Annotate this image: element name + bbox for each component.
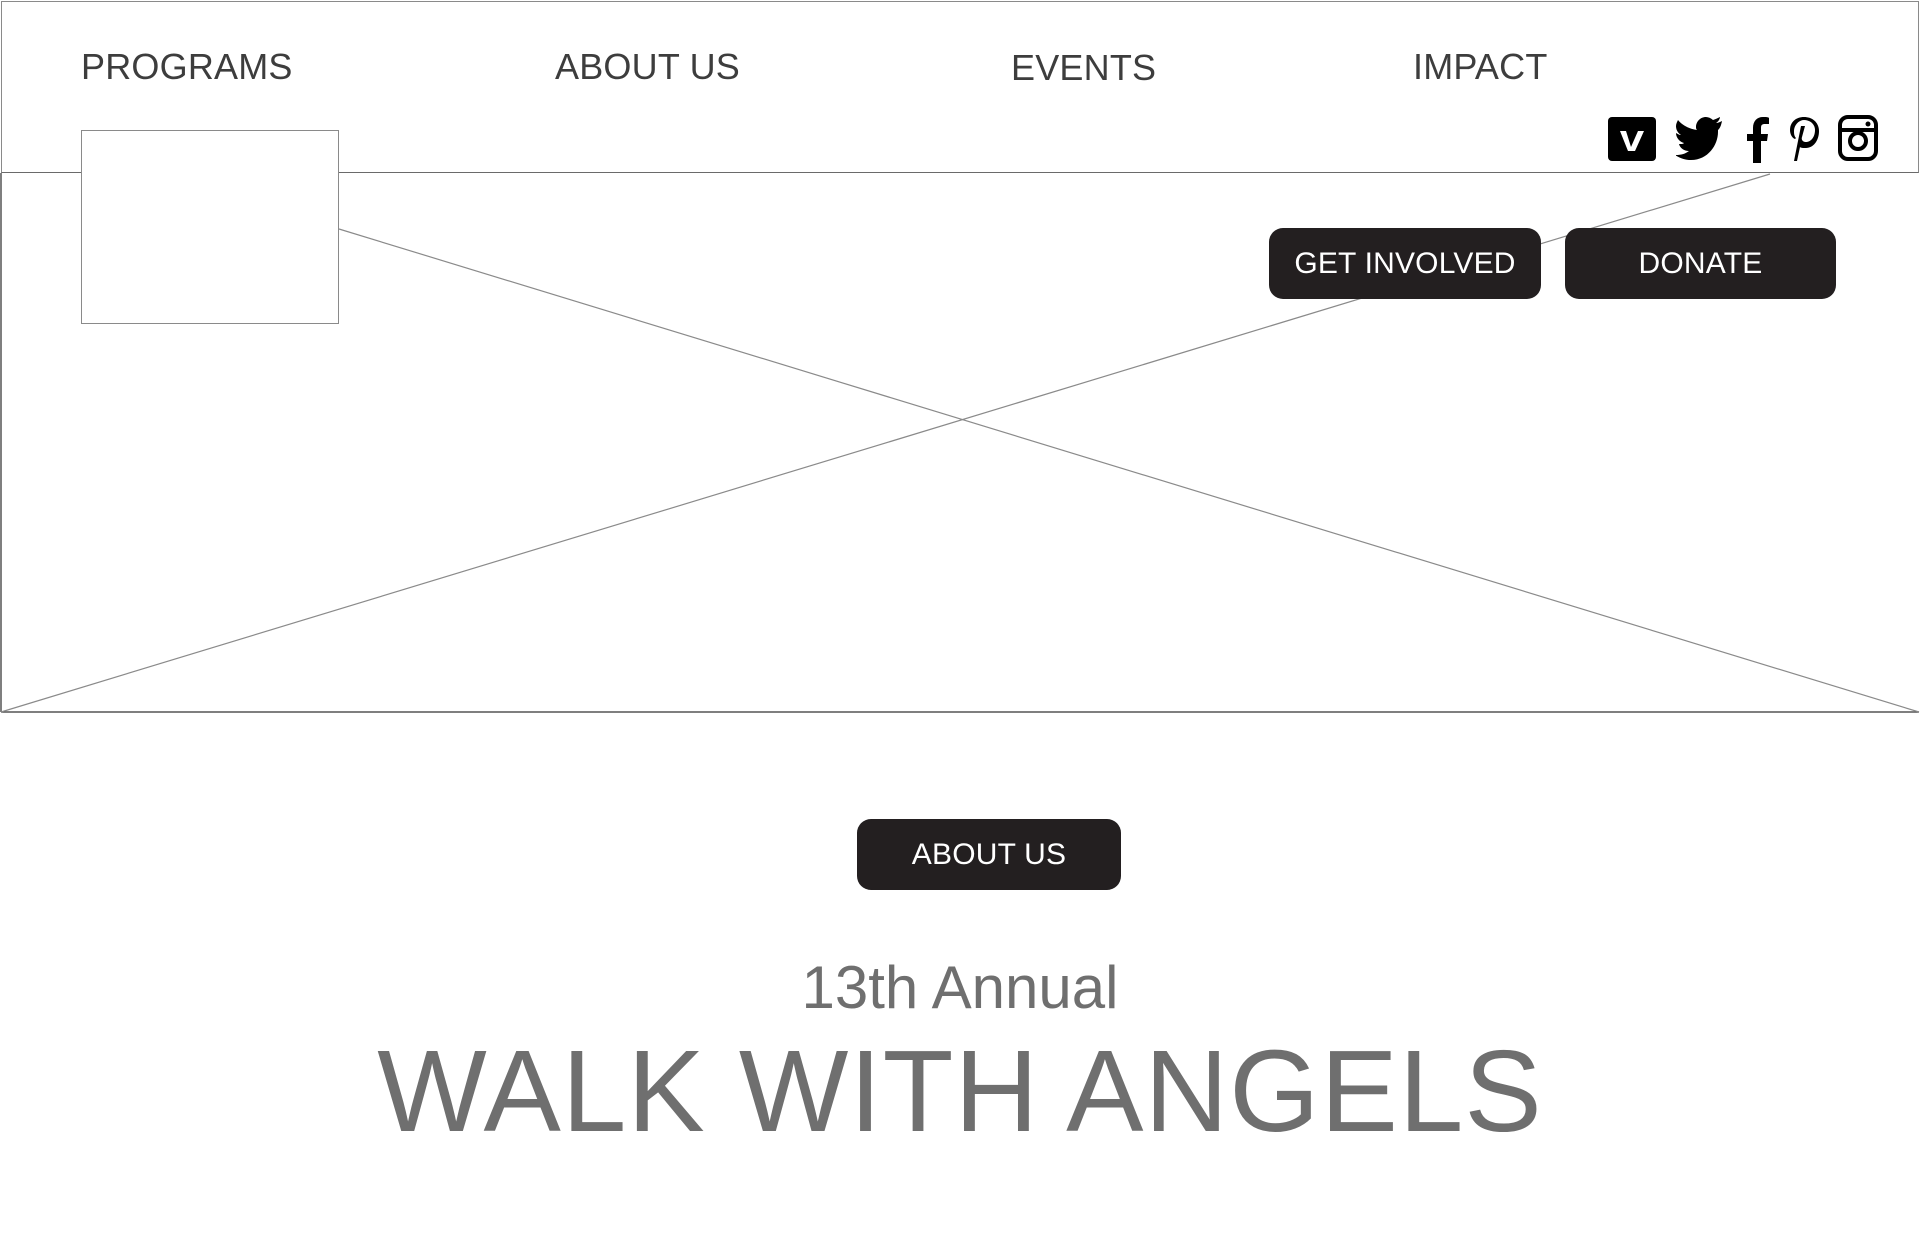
twitter-icon[interactable] xyxy=(1676,115,1724,161)
nav-item-impact[interactable]: IMPACT xyxy=(1413,46,1548,88)
nav-item-programs[interactable]: PROGRAMS xyxy=(81,46,293,88)
instagram-icon[interactable] xyxy=(1838,115,1878,161)
logo-placeholder[interactable] xyxy=(81,130,339,324)
get-involved-button[interactable]: GET INVOLVED xyxy=(1269,228,1541,299)
about-us-button[interactable]: ABOUT US xyxy=(857,819,1121,890)
event-subtitle: 13th Annual xyxy=(801,954,1119,1021)
nav-item-about-us[interactable]: ABOUT US xyxy=(555,46,740,88)
event-title: WALK WITH ANGELS xyxy=(377,1026,1543,1156)
facebook-icon[interactable] xyxy=(1744,115,1770,163)
donate-button[interactable]: DONATE xyxy=(1565,228,1836,299)
nav-item-events[interactable]: EVENTS xyxy=(1011,47,1156,89)
vimeo-icon[interactable] xyxy=(1608,117,1656,161)
pinterest-icon[interactable] xyxy=(1788,115,1820,163)
hero-diagonal-line-1 xyxy=(338,228,1920,713)
